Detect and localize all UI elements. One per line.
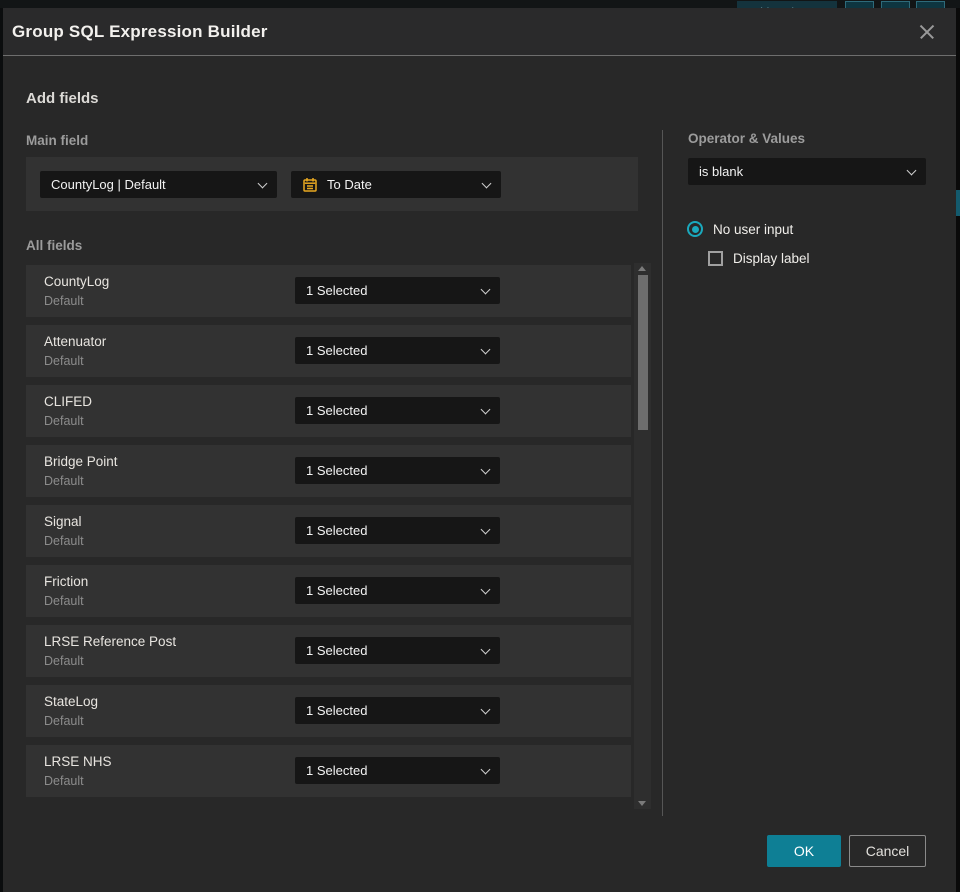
field-subtitle: Default: [44, 654, 84, 668]
field-name: Signal: [44, 514, 82, 529]
background-accent-fragment: [956, 190, 960, 216]
field-name: Attenuator: [44, 334, 107, 349]
operator-values-label: Operator & Values: [688, 131, 806, 146]
main-field-dropdown[interactable]: CountyLog | Default: [40, 171, 277, 198]
background-toolbar-button[interactable]: [916, 1, 945, 8]
field-name: Bridge Point: [44, 454, 118, 469]
chevron-down-icon: [480, 464, 491, 474]
radio-label: No user input: [713, 221, 794, 237]
field-row: Attenuator Default 1 Selected: [26, 325, 631, 377]
field-subtitle: Default: [44, 774, 84, 788]
field-selection-dropdown[interactable]: 1 Selected: [295, 337, 500, 364]
dialog-header: Group SQL Expression Builder: [3, 8, 956, 56]
chevron-down-icon: [480, 584, 491, 594]
dropdown-value: 1 Selected: [306, 703, 368, 718]
field-subtitle: Default: [44, 294, 84, 308]
field-row: Signal Default 1 Selected: [26, 505, 631, 557]
field-selection-dropdown[interactable]: 1 Selected: [295, 637, 500, 664]
field-subtitle: Default: [44, 474, 84, 488]
field-name: Friction: [44, 574, 89, 589]
background-toolbar-button[interactable]: [845, 1, 874, 8]
live-view-button[interactable]: Live view: [737, 1, 837, 8]
ok-button[interactable]: OK: [767, 835, 841, 867]
checkbox-label: Display label: [733, 251, 810, 266]
field-selection-dropdown[interactable]: 1 Selected: [295, 577, 500, 604]
dropdown-value: 1 Selected: [306, 463, 368, 478]
dropdown-value: To Date: [327, 177, 372, 192]
field-row: Friction Default 1 Selected: [26, 565, 631, 617]
field-row: LRSE NHS Default 1 Selected: [26, 745, 631, 797]
no-user-input-radio[interactable]: No user input: [687, 221, 793, 237]
field-selection-dropdown[interactable]: 1 Selected: [295, 457, 500, 484]
display-label-checkbox[interactable]: Display label: [708, 251, 810, 266]
dropdown-value: 1 Selected: [306, 763, 368, 778]
background-right-edge: [956, 8, 960, 892]
field-subtitle: Default: [44, 534, 84, 548]
field-name: StateLog: [44, 694, 99, 709]
field-subtitle: Default: [44, 354, 84, 368]
panel-divider: [662, 130, 663, 816]
checkbox-icon: [708, 251, 723, 266]
scroll-down-icon[interactable]: [638, 801, 646, 806]
chevron-down-icon: [257, 178, 268, 188]
radio-icon: [687, 221, 703, 237]
close-icon[interactable]: [916, 21, 938, 43]
field-subtitle: Default: [44, 414, 84, 428]
field-name: LRSE NHS: [44, 754, 112, 769]
section-title: Add fields: [26, 90, 99, 107]
dropdown-value: 1 Selected: [306, 523, 368, 538]
main-field-box: CountyLog | Default To Date: [26, 157, 638, 211]
chevron-down-icon: [480, 524, 491, 534]
field-row: LRSE Reference Post Default 1 Selected: [26, 625, 631, 677]
chevron-down-icon: [480, 284, 491, 294]
calendar-icon: [303, 177, 317, 192]
chevron-down-icon: [480, 344, 491, 354]
background-toolbar: Live view: [0, 0, 960, 8]
all-fields-list: CountyLog Default 1 Selected Attenuator …: [26, 265, 631, 797]
field-name: CLIFED: [44, 394, 93, 409]
field-name: LRSE Reference Post: [44, 634, 177, 649]
dropdown-value: 1 Selected: [306, 583, 368, 598]
dropdown-value: 1 Selected: [306, 343, 368, 358]
date-field-dropdown[interactable]: To Date: [291, 171, 501, 198]
field-selection-dropdown[interactable]: 1 Selected: [295, 757, 500, 784]
field-selection-dropdown[interactable]: 1 Selected: [295, 517, 500, 544]
scroll-up-icon[interactable]: [638, 266, 646, 271]
chevron-down-icon: [480, 644, 491, 654]
operator-dropdown[interactable]: is blank: [688, 158, 926, 185]
dropdown-value: CountyLog | Default: [51, 177, 166, 192]
chevron-down-icon: [480, 404, 491, 414]
chevron-down-icon: [481, 178, 492, 188]
field-row: StateLog Default 1 Selected: [26, 685, 631, 737]
field-row: Bridge Point Default 1 Selected: [26, 445, 631, 497]
field-row: CLIFED Default 1 Selected: [26, 385, 631, 437]
background-toolbar-button[interactable]: [881, 1, 910, 8]
field-subtitle: Default: [44, 714, 84, 728]
field-name: CountyLog: [44, 274, 110, 289]
cancel-button[interactable]: Cancel: [849, 835, 926, 867]
field-row: CountyLog Default 1 Selected: [26, 265, 631, 317]
main-field-label: Main field: [26, 133, 89, 148]
all-fields-label: All fields: [26, 238, 83, 253]
dropdown-value: is blank: [699, 164, 744, 179]
field-selection-dropdown[interactable]: 1 Selected: [295, 697, 500, 724]
dropdown-value: 1 Selected: [306, 283, 368, 298]
screen: Live view Group SQL Expression Builder A…: [0, 0, 960, 892]
chevron-down-icon: [480, 764, 491, 774]
group-sql-expression-builder-dialog: Group SQL Expression Builder Add fields …: [3, 8, 956, 892]
field-subtitle: Default: [44, 594, 84, 608]
dropdown-value: 1 Selected: [306, 643, 368, 658]
chevron-down-icon: [906, 165, 917, 175]
field-selection-dropdown[interactable]: 1 Selected: [295, 397, 500, 424]
scrollbar-thumb[interactable]: [637, 275, 648, 430]
scrollbar[interactable]: [634, 263, 651, 809]
field-selection-dropdown[interactable]: 1 Selected: [295, 277, 500, 304]
chevron-down-icon: [480, 704, 491, 714]
dropdown-value: 1 Selected: [306, 403, 368, 418]
dialog-title: Group SQL Expression Builder: [12, 21, 268, 41]
